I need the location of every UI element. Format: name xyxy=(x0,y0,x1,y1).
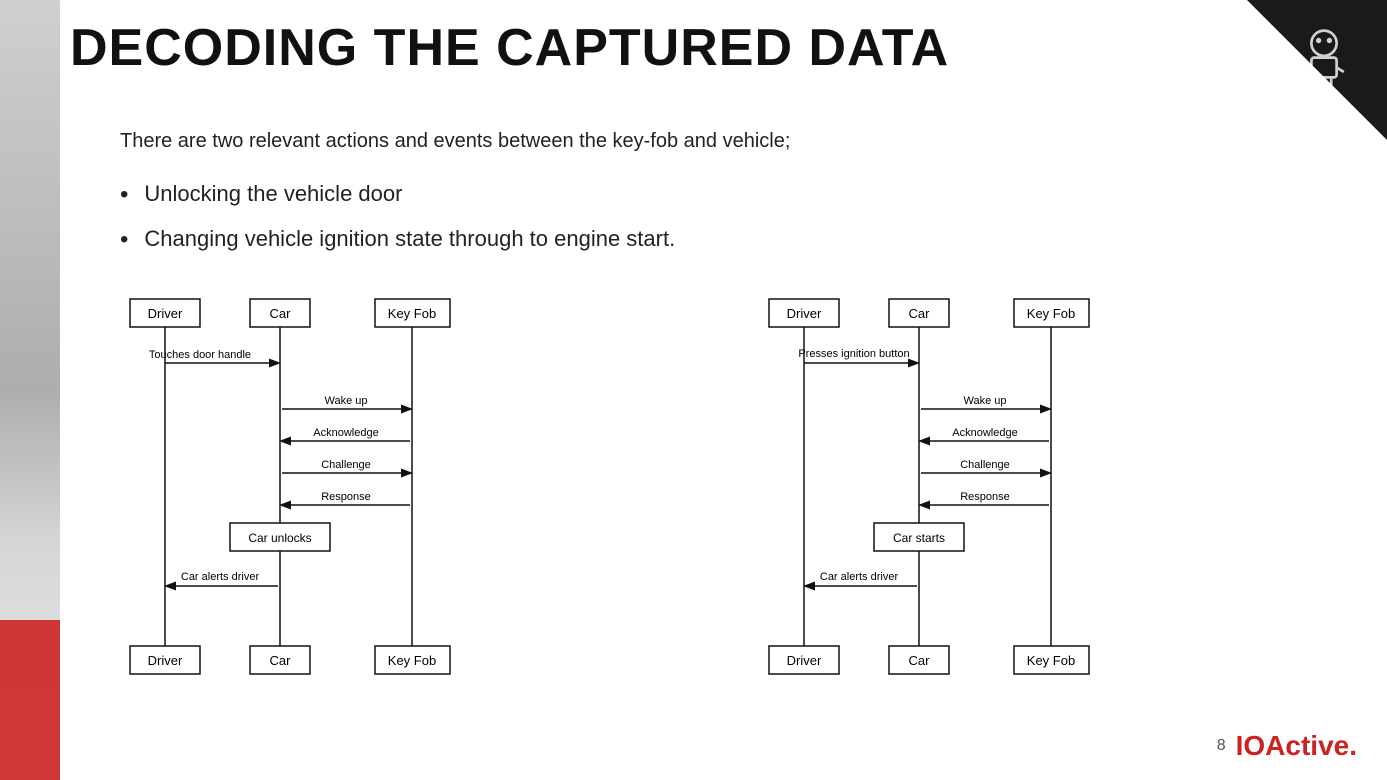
brand-logo: IOActive. xyxy=(1236,730,1357,762)
svg-text:Car unlocks: Car unlocks xyxy=(248,531,311,545)
corner-icon xyxy=(1269,8,1379,118)
svg-text:Driver: Driver xyxy=(148,653,183,668)
svg-text:Response: Response xyxy=(321,491,371,503)
svg-text:Car starts: Car starts xyxy=(892,531,944,545)
svg-text:Key Fob: Key Fob xyxy=(388,653,436,668)
brand-active: Active xyxy=(1265,730,1349,761)
svg-text:Presses ignition button: Presses ignition button xyxy=(798,348,909,360)
bullet-list: Unlocking the vehicle door Changing vehi… xyxy=(120,173,1357,263)
svg-text:Key Fob: Key Fob xyxy=(1026,306,1074,321)
svg-text:Driver: Driver xyxy=(148,306,183,321)
svg-text:Car alerts driver: Car alerts driver xyxy=(181,571,260,583)
svg-text:Key Fob: Key Fob xyxy=(1026,653,1074,668)
svg-text:Car: Car xyxy=(908,306,930,321)
svg-text:Acknowledge: Acknowledge xyxy=(952,427,1017,439)
page-title: DECODING THE CAPTURED DATA xyxy=(70,18,949,78)
diagrams-container: Driver Car Key Fob Touches door handle W… xyxy=(120,291,1357,686)
svg-text:Challenge: Challenge xyxy=(321,459,371,471)
bullet-item-1: Unlocking the vehicle door xyxy=(120,173,1357,218)
svg-text:Wake up: Wake up xyxy=(324,395,367,407)
intro-text: There are two relevant actions and event… xyxy=(120,130,1357,153)
left-decoration-red xyxy=(0,620,60,780)
svg-text:Response: Response xyxy=(960,491,1010,503)
bullet-item-2: Changing vehicle ignition state through … xyxy=(120,218,1357,263)
bottom-bar: 8 IOActive. xyxy=(1217,730,1357,762)
svg-text:Car alerts driver: Car alerts driver xyxy=(819,571,898,583)
svg-text:Car: Car xyxy=(270,306,292,321)
diagram-start: Driver Car Key Fob Presses ignition butt… xyxy=(759,291,1358,686)
svg-text:Driver: Driver xyxy=(786,306,821,321)
svg-text:Challenge: Challenge xyxy=(960,459,1010,471)
content-area: There are two relevant actions and event… xyxy=(120,130,1357,686)
svg-text:Touches door handle: Touches door handle xyxy=(149,349,251,361)
corner-decoration xyxy=(1247,0,1387,140)
svg-text:Car: Car xyxy=(270,653,292,668)
svg-text:Acknowledge: Acknowledge xyxy=(313,427,378,439)
page-number: 8 xyxy=(1217,737,1226,755)
brand-dot: . xyxy=(1349,730,1357,761)
diagram-unlock: Driver Car Key Fob Touches door handle W… xyxy=(120,291,719,686)
brand-io: IO xyxy=(1236,730,1266,761)
svg-text:Driver: Driver xyxy=(786,653,821,668)
svg-text:Car: Car xyxy=(908,653,930,668)
svg-text:Wake up: Wake up xyxy=(963,395,1006,407)
svg-text:Key Fob: Key Fob xyxy=(388,306,436,321)
